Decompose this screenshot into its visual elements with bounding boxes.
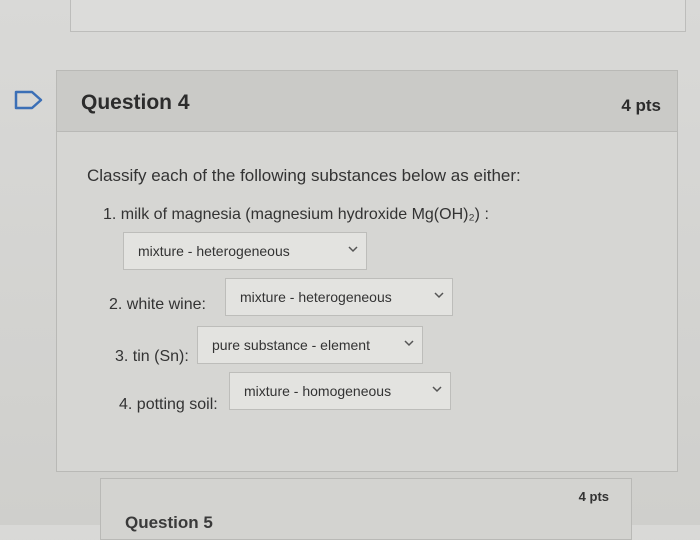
dropdown-value-1: mixture - heterogeneous <box>138 243 290 259</box>
question-header: Question 4 4 pts <box>57 71 677 132</box>
dropdown-2[interactable]: mixture - heterogeneous <box>225 278 453 316</box>
next-question-card: 4 pts Question 5 <box>100 478 632 540</box>
question-title: Question 4 <box>81 91 190 114</box>
question-points: 4 pts <box>621 96 661 115</box>
dropdown-4[interactable]: mixture - homogeneous <box>229 372 451 410</box>
question-body: Classify each of the following substance… <box>57 132 677 471</box>
dropdown-value-3: pure substance - element <box>212 337 370 353</box>
chevron-down-icon <box>432 386 442 393</box>
dropdown-1[interactable]: mixture - heterogeneous <box>123 232 367 270</box>
item-label-3: 3. tin (Sn): <box>115 348 189 365</box>
next-question-points: 4 pts <box>578 489 609 504</box>
item-label-2: 2. white wine: <box>109 296 206 313</box>
dropdown-value-2: mixture - heterogeneous <box>240 289 392 305</box>
chevron-down-icon <box>404 340 414 347</box>
dropdown-value-4: mixture - homogeneous <box>244 383 392 399</box>
question-prompt: Classify each of the following substance… <box>87 166 521 185</box>
previous-question-card <box>70 0 686 32</box>
item-label-1: 1. milk of magnesia (magnesium hydroxide… <box>103 206 489 223</box>
chevron-down-icon <box>348 246 358 253</box>
question-card: Question 4 4 pts Classify each of the fo… <box>56 70 678 472</box>
flag-icon[interactable] <box>14 90 44 110</box>
item-label-4: 4. potting soil: <box>119 396 218 413</box>
chevron-down-icon <box>434 292 444 299</box>
dropdown-3[interactable]: pure substance - element <box>197 326 423 364</box>
next-question-title: Question 5 <box>125 513 213 532</box>
